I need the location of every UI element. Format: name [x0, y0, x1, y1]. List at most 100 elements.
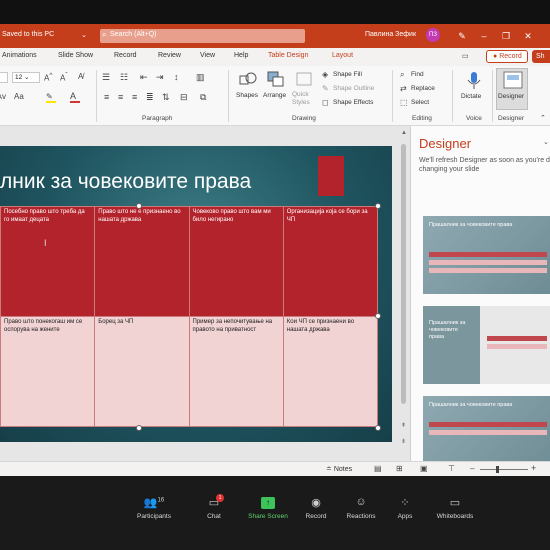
reading-view-icon[interactable]: ▣	[420, 464, 428, 473]
design-idea-thumbnail[interactable]: Прашалник за човековите права	[423, 306, 550, 384]
vertical-scrollbar[interactable]: ▲ ⇞ ⇟	[398, 126, 410, 461]
quick-styles-icon[interactable]	[294, 70, 314, 88]
designer-button[interactable]: Designer	[496, 68, 528, 110]
share-button[interactable]: Sh	[532, 50, 550, 63]
chevron-down-icon[interactable]: ⌄	[543, 138, 549, 146]
font-size-combo[interactable]: 12 ⌄	[12, 72, 40, 83]
chat-button[interactable]: ▭ Chat	[184, 496, 244, 520]
zoom-slider[interactable]	[480, 469, 528, 470]
chevron-down-icon[interactable]: ⌄	[81, 31, 87, 39]
slide-table[interactable]: Посебно право што треба да го имаат деца…	[0, 206, 379, 427]
tab-help[interactable]: Help	[234, 52, 248, 59]
table-cell[interactable]: Организација која се бори за ЧП	[282, 206, 379, 317]
restore-icon[interactable]: ❐	[500, 30, 512, 42]
slideshow-icon[interactable]: ⊤	[448, 464, 455, 473]
resize-handle[interactable]	[375, 313, 381, 319]
tab-table-design[interactable]: Table Design	[268, 52, 308, 59]
slide-sorter-icon[interactable]: ⊞	[396, 464, 403, 473]
design-idea-thumbnail[interactable]: Прашалник за човековите права	[423, 216, 550, 294]
search-box[interactable]: ⌕ Search (Alt+Q)	[100, 29, 305, 43]
scroll-up-icon[interactable]: ▲	[401, 130, 407, 136]
smartart-icon[interactable]: ⧉	[200, 92, 206, 103]
record-button[interactable]: ● Record	[486, 50, 528, 63]
highlight-icon[interactable]: ✎	[46, 92, 56, 103]
align-center-icon[interactable]: ≡	[118, 92, 123, 102]
whiteboards-button[interactable]: ▭ Whiteboards	[425, 496, 485, 520]
microphone-icon[interactable]	[464, 70, 484, 89]
arrange-icon[interactable]	[266, 70, 286, 88]
resize-handle[interactable]	[375, 203, 381, 209]
find-icon[interactable]: ⌕	[400, 70, 404, 80]
shape-effects-button[interactable]: Shape Effects	[333, 99, 373, 106]
shapes-icon[interactable]	[238, 70, 258, 88]
slide-title[interactable]: лник за човековите права	[0, 170, 251, 194]
pen-icon[interactable]: ✎	[456, 30, 468, 42]
font-color-icon[interactable]: A	[70, 91, 80, 103]
effects-icon[interactable]: ◻	[322, 98, 329, 107]
pen-outline-icon[interactable]: ✎	[322, 84, 329, 93]
font-name-combo[interactable]	[0, 72, 8, 83]
tab-animations[interactable]: Animations	[2, 52, 37, 59]
table-cell[interactable]: Кои ЧП се признаени во нашата држава	[282, 316, 379, 427]
bullets-icon[interactable]: ☰	[102, 72, 110, 83]
normal-view-icon[interactable]: ▤	[374, 464, 382, 473]
tab-record[interactable]: Record	[114, 52, 137, 59]
shape-fill-button[interactable]: Shape Fill	[333, 71, 362, 78]
collapse-ribbon-icon[interactable]: ⌃	[540, 114, 546, 122]
clear-format-icon[interactable]: A̸	[78, 72, 83, 81]
zoom-slider-thumb[interactable]	[496, 466, 499, 473]
table-cell[interactable]: Борец за ЧП	[94, 316, 190, 427]
justify-icon[interactable]: ≣	[146, 92, 154, 103]
decrease-indent-icon[interactable]: ⇤	[140, 72, 148, 83]
table-cell[interactable]: Право што не е признаено во нашата држав…	[94, 206, 190, 317]
align-text-icon[interactable]: ⊟	[180, 92, 188, 103]
table-cell[interactable]: Посебно право што треба да го имаат деца…	[0, 206, 96, 317]
slide[interactable]: лник за човековите права Посебно право ш…	[0, 146, 392, 442]
zoom-out-icon[interactable]: –	[470, 464, 474, 473]
scroll-thumb[interactable]	[401, 144, 406, 404]
arrange-button[interactable]: Arrange	[263, 92, 286, 99]
align-right-icon[interactable]: ≡	[132, 92, 137, 102]
minimize-icon[interactable]: –	[478, 30, 490, 42]
change-case-icon[interactable]: Aa	[14, 92, 24, 101]
text-direction-icon[interactable]: ⇅	[162, 92, 170, 103]
table-cell[interactable]: Право што понекогаш им се оспорува на же…	[0, 316, 96, 427]
find-button[interactable]: Find	[411, 71, 424, 78]
paint-bucket-icon[interactable]: ◈	[322, 70, 328, 79]
table-row: Посебно право што треба да го имаат деца…	[0, 206, 379, 317]
prev-slide-icon[interactable]: ⇞	[401, 422, 406, 429]
table-cell[interactable]: Човеково право што вам ми било негирано	[188, 206, 284, 317]
resize-handle[interactable]	[136, 203, 142, 209]
next-slide-icon[interactable]: ⇟	[401, 438, 406, 445]
columns-icon[interactable]: ▥	[196, 72, 205, 83]
comment-icon[interactable]: ▭	[462, 52, 469, 60]
tab-slide-show[interactable]: Slide Show	[58, 52, 93, 59]
dictate-button[interactable]: Dictate	[461, 93, 481, 100]
select-button[interactable]: Select	[411, 99, 429, 106]
spacing-icon[interactable]: ᴀᴠ	[0, 92, 6, 101]
close-icon[interactable]: ✕	[522, 30, 534, 42]
replace-icon[interactable]: ⇄	[400, 84, 407, 93]
select-icon[interactable]: ⬚	[400, 98, 408, 107]
tab-review[interactable]: Review	[158, 52, 181, 59]
table-cell[interactable]: Пример за непочитување на правото на при…	[188, 316, 284, 427]
participants-button[interactable]: 👥16 Participants	[124, 496, 184, 520]
quick-styles-button[interactable]: Quick Styles	[292, 91, 314, 107]
resize-handle[interactable]	[136, 425, 142, 431]
shapes-button[interactable]: Shapes	[236, 92, 258, 99]
tab-view[interactable]: View	[200, 52, 215, 59]
resize-handle[interactable]	[375, 425, 381, 431]
zoom-in-icon[interactable]: +	[531, 463, 536, 473]
notes-button[interactable]: ≐ Notes	[326, 465, 352, 473]
chat-icon: ▭	[208, 497, 220, 509]
line-spacing-icon[interactable]: ↕	[174, 72, 179, 82]
numbering-icon[interactable]: ☷	[120, 72, 128, 83]
avatar[interactable]: ПЗ	[426, 28, 440, 42]
shrink-font-icon[interactable]: Aˇ	[60, 72, 68, 83]
shape-outline-button[interactable]: Shape Outline	[333, 85, 374, 92]
grow-font-icon[interactable]: A^	[44, 72, 52, 83]
tab-layout[interactable]: Layout	[332, 52, 353, 59]
increase-indent-icon[interactable]: ⇥	[156, 72, 164, 83]
replace-button[interactable]: Replace	[411, 85, 435, 92]
align-left-icon[interactable]: ≡	[104, 92, 109, 102]
